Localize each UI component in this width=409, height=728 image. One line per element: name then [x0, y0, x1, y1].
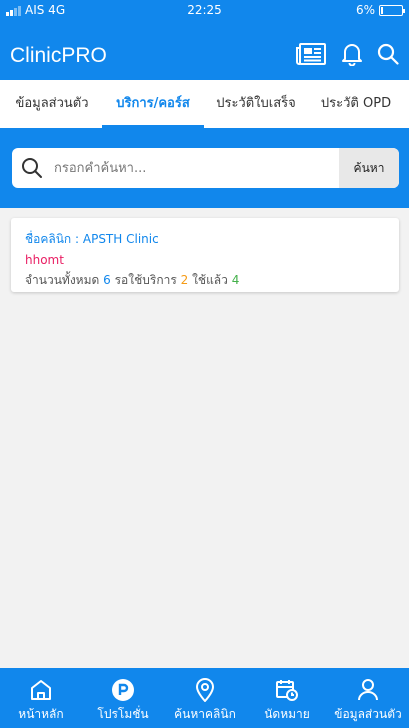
promotion-p-icon — [112, 679, 134, 701]
search-box: ค้นหา — [12, 148, 399, 188]
nav-appointment-label: นัดหมาย — [264, 707, 310, 721]
battery-icon — [379, 4, 405, 16]
tab-services-courses[interactable]: บริการ/คอร์ส — [102, 80, 204, 128]
calendar-clock-icon — [276, 680, 298, 701]
search-button[interactable]: ค้นหา — [339, 148, 399, 188]
waiting-label: รอใช้บริการ — [114, 273, 177, 287]
nav-profile-label: ข้อมูลส่วนตัว — [334, 707, 402, 721]
app-bar: ClinicPRO — [0, 22, 409, 80]
tab-opd-history[interactable]: ประวัติ OPD — [316, 80, 396, 128]
used-label: ใช้แล้ว — [192, 273, 228, 287]
home-icon — [31, 680, 51, 700]
battery-percent: 6% — [355, 3, 375, 17]
search-icon — [21, 157, 43, 183]
clock: 22:25 — [187, 3, 222, 17]
tab-receipt-history[interactable]: ประวัติใบเสร็จ — [214, 80, 298, 128]
clinic-name: ชื่อคลินิก : APSTH Clinic — [25, 232, 159, 246]
nav-find-clinic-label: ค้นหาคลินิก — [174, 707, 236, 721]
nav-promotion-label: โปรโมชั่น — [97, 707, 149, 721]
nav-appointment[interactable]: นัดหมาย — [246, 668, 328, 728]
bell-icon[interactable] — [341, 42, 363, 66]
used-count: 4 — [231, 273, 240, 287]
service-usage-summary: จำนวนทั้งหมด 6 รอใช้บริการ 2 ใช้แล้ว 4 — [25, 271, 385, 290]
app-title: ClinicPRO — [10, 44, 107, 67]
battery-info: 6% — [355, 3, 405, 17]
total-count: 6 — [103, 273, 111, 287]
nav-home[interactable]: หน้าหลัก — [0, 668, 82, 728]
search-icon[interactable] — [377, 43, 399, 65]
tab-personal-info[interactable]: ข้อมูลส่วนตัว — [12, 80, 92, 128]
total-label: จำนวนทั้งหมด — [25, 273, 100, 287]
location-pin-icon — [195, 678, 215, 702]
search-input[interactable] — [54, 148, 344, 188]
service-name: hhomt — [25, 253, 64, 267]
nav-home-label: หน้าหลัก — [18, 707, 64, 721]
waiting-count: 2 — [180, 273, 189, 287]
service-card[interactable]: ชื่อคลินิก : APSTH Clinic hhomt จำนวนทั้… — [11, 218, 399, 292]
nav-find-clinic[interactable]: ค้นหาคลินิก — [164, 668, 246, 728]
bottom-nav: หน้าหลัก โปรโมชั่น ค้นหาคลินิก นัดหมาย ข… — [0, 668, 409, 728]
nav-promotion[interactable]: โปรโมชั่น — [82, 668, 164, 728]
search-section: ค้นหา — [0, 128, 409, 208]
nav-profile[interactable]: ข้อมูลส่วนตัว — [327, 668, 409, 728]
newspaper-icon[interactable] — [295, 42, 327, 66]
status-bar: AIS 4G 22:25 6% — [0, 0, 409, 22]
tab-bar: ข้อมูลส่วนตัว บริการ/คอร์ส ประวัติใบเสร็… — [0, 80, 409, 128]
user-icon — [358, 679, 378, 701]
